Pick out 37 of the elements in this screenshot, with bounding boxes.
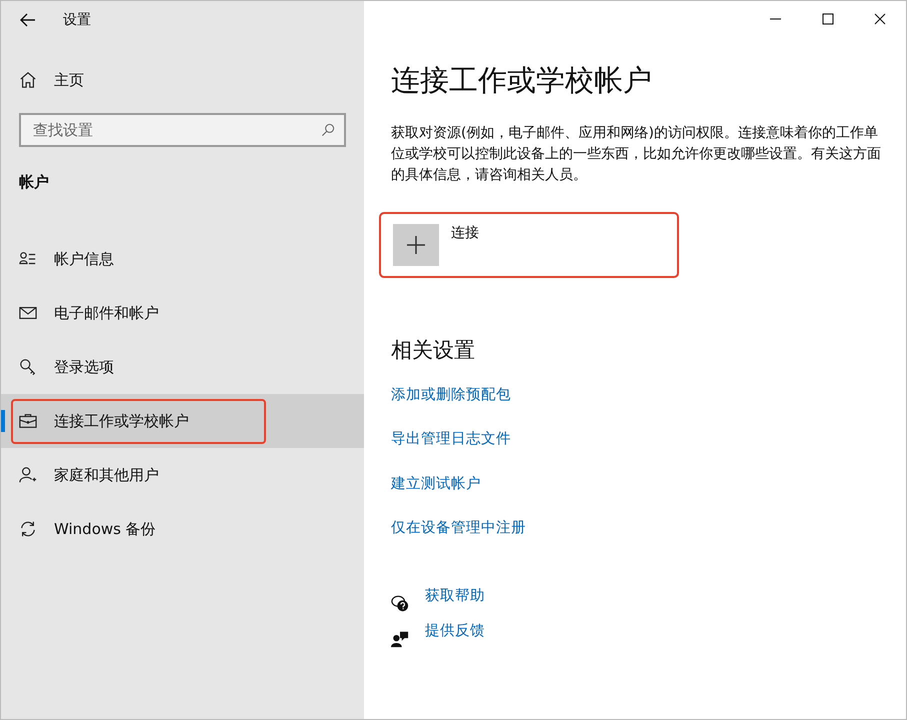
search-icon[interactable] xyxy=(320,122,336,138)
section-heading: 帐户 xyxy=(19,173,50,192)
nav-item-label: 电子邮件和帐户 xyxy=(54,304,159,322)
nav-item-label: 家庭和其他用户 xyxy=(54,466,159,484)
section-heading: 相关设置 xyxy=(391,337,476,364)
nav-item[interactable]: Windows 备份 xyxy=(1,502,364,556)
feedback-icon xyxy=(391,630,409,648)
nav-item[interactable]: 电子邮件和帐户 xyxy=(1,286,364,340)
nav-item[interactable]: 登录选项 xyxy=(1,340,364,394)
connect-button[interactable]: 连接 xyxy=(379,212,679,278)
help-icon xyxy=(391,594,409,612)
settings-link[interactable]: 建立测试帐户 xyxy=(391,461,481,506)
briefcase-icon xyxy=(19,412,37,430)
description: 获取对资源(例如，电子邮件、应用和网络)的访问权限。连接意味着你的工作单位或学校可以控制此设备上的一些东西，比如允许你更改哪些设置。有关这方面的具体信息，请咨询相关人员。 xyxy=(391,124,882,185)
nav-item[interactable]: 帐户信息 xyxy=(1,232,364,286)
nav-item[interactable]: 连接工作或学校帐户 xyxy=(1,394,364,448)
nav-item-label: 登录选项 xyxy=(54,358,114,376)
nav-item[interactable]: 家庭和其他用户 xyxy=(1,448,364,502)
nav-item-label: Windows 备份 xyxy=(54,520,156,538)
key-icon xyxy=(19,358,37,376)
back-arrow-icon[interactable] xyxy=(19,11,37,29)
nav-item-label: 连接工作或学校帐户 xyxy=(54,412,189,430)
home-link[interactable]: 主页 xyxy=(54,70,84,90)
help-link[interactable]: 获取帮助 xyxy=(425,586,485,605)
sync-icon xyxy=(19,520,37,538)
add-person-icon xyxy=(19,466,37,484)
page-title: 连接工作或学校帐户 xyxy=(391,62,653,99)
settings-link[interactable]: 添加或删除预配包 xyxy=(391,372,511,416)
help-link[interactable]: 提供反馈 xyxy=(425,621,485,640)
settings-link[interactable]: 导出管理日志文件 xyxy=(391,416,511,461)
settings-link[interactable]: 仅在设备管理中注册 xyxy=(391,506,526,550)
search-field[interactable]: 查找设置 xyxy=(19,113,346,147)
selection-indicator xyxy=(1,410,5,432)
nav-item-label: 帐户信息 xyxy=(54,250,114,268)
window-title: 设置 xyxy=(63,11,91,29)
mail-icon xyxy=(19,304,37,322)
home-icon[interactable] xyxy=(19,71,37,89)
